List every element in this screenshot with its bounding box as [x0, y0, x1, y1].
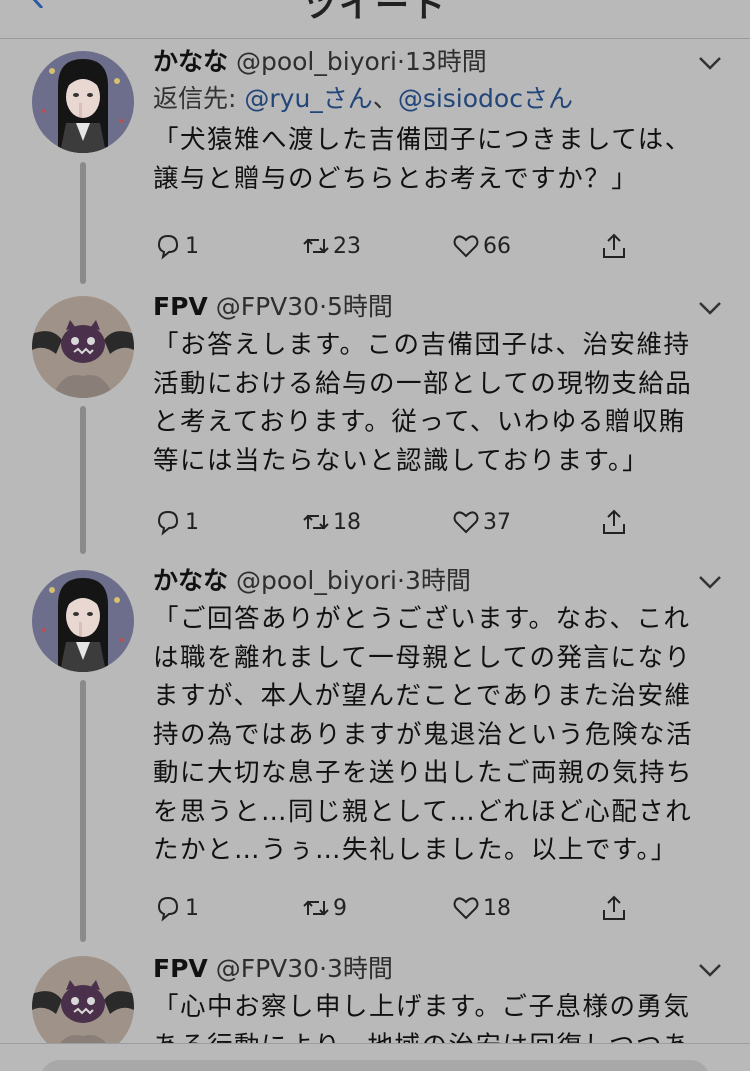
share-button[interactable] — [599, 502, 629, 542]
retweet-button[interactable]: 9 — [301, 888, 347, 928]
share-button[interactable] — [599, 888, 629, 928]
like-count: 66 — [483, 233, 511, 259]
chevron-down-icon[interactable] — [696, 298, 724, 318]
tweet-text: 「ご回答ありがとうございます。なお、これ は職を離れまして一母親としての発言にな… — [153, 600, 724, 870]
tweet-text: 「犬猿雉へ渡した吉備団子につきましては、 譲与と贈与のどちらとお考えですか？」 — [153, 121, 724, 198]
tweet-text-line: 「犬猿雉へ渡した吉備団子につきましては、 — [153, 125, 692, 155]
mention-link[interactable]: @ryu_さん — [244, 84, 372, 113]
separator-dot: · — [319, 954, 328, 983]
tweet-text-line: 持の為ではありますが鬼退治という危険な活 — [153, 719, 694, 750]
retweet-icon — [303, 900, 329, 916]
reply-to-line: 返信先: @ryu_さん、@sisiodocさん — [153, 79, 724, 119]
tweet-header: かなな @pool_biyori·3時間 — [153, 564, 724, 598]
chevron-down-icon[interactable] — [696, 53, 724, 73]
tweet-text-line: たかと…うぅ…失礼しました。以上です。」 — [153, 835, 678, 865]
reply-button[interactable]: 1 — [153, 888, 199, 928]
page-title: ツイート — [303, 0, 447, 26]
reply-separator: 、 — [372, 84, 398, 113]
tweet-header: FPV @FPV30·3時間 — [153, 952, 724, 986]
tweet-text-line: 「お答えします。この吉備団子は、治安維持 — [153, 330, 691, 360]
share-icon — [603, 509, 625, 534]
reply-count: 1 — [185, 895, 199, 921]
display-name[interactable]: FPV — [153, 954, 208, 983]
retweet-count: 23 — [333, 233, 361, 259]
avatar[interactable] — [32, 296, 134, 398]
reply-button[interactable]: 1 — [153, 502, 199, 542]
bottom-reply-bar — [0, 1043, 750, 1071]
chevron-down-icon[interactable] — [696, 572, 724, 592]
share-icon — [603, 233, 625, 258]
tweet-text-line: 活動における給与の一部としての現物支給品 — [153, 368, 693, 399]
user-handle[interactable]: @pool_biyori — [236, 47, 397, 76]
like-button[interactable]: 18 — [451, 888, 511, 928]
timestamp[interactable]: 3時間 — [405, 566, 471, 595]
tweet-text-line: 「ご回答ありがとうございます。なお、これ — [153, 604, 691, 634]
separator-dot: · — [319, 292, 328, 321]
tweet-text-line: は職を離れまして一母親としての発言になり — [153, 642, 692, 673]
tweet-text-line: ますが、本人が望んだことでありまた治安維 — [153, 681, 692, 711]
display-name[interactable]: かなな — [153, 47, 228, 76]
retweet-icon — [303, 238, 329, 254]
reply-input[interactable] — [40, 1060, 710, 1071]
display-name[interactable]: FPV — [153, 292, 208, 321]
tweet-actions: 1 18 37 — [153, 502, 633, 542]
like-button[interactable]: 66 — [451, 226, 511, 266]
like-count: 37 — [483, 509, 511, 535]
thread-line — [80, 680, 86, 942]
heart-icon — [453, 235, 479, 258]
reply-icon — [157, 234, 179, 260]
heart-icon — [453, 897, 479, 920]
retweet-count: 18 — [333, 509, 361, 535]
thread-line — [80, 162, 86, 284]
tweet-actions: 1 23 66 — [153, 226, 633, 266]
display-name[interactable]: かなな — [153, 566, 228, 595]
avatar[interactable] — [32, 570, 134, 672]
timestamp[interactable]: 5時間 — [327, 292, 393, 321]
timestamp[interactable]: 3時間 — [327, 954, 393, 983]
like-button[interactable]: 37 — [451, 502, 511, 542]
user-handle[interactable]: @pool_biyori — [236, 566, 397, 595]
tweet-header: かなな @pool_biyori·13時間 — [153, 45, 724, 79]
timestamp[interactable]: 13時間 — [405, 47, 487, 76]
tweet-text-line: と考えております。従って、いわゆる贈収賄 — [153, 407, 686, 437]
reply-count: 1 — [185, 233, 199, 259]
tweet-text-line: 動に大切な息子を送り出したご両親の気持ち — [153, 758, 694, 788]
thread-line — [80, 406, 86, 554]
avatar[interactable] — [32, 51, 134, 153]
separator-dot: · — [397, 566, 405, 595]
like-count: 18 — [483, 895, 511, 921]
share-button[interactable] — [599, 226, 629, 266]
reply-count: 1 — [185, 509, 199, 535]
tweet-header: FPV @FPV30·5時間 — [153, 290, 724, 324]
reply-to-label: 返信先: — [153, 84, 245, 113]
chevron-down-icon[interactable] — [696, 960, 724, 980]
retweet-button[interactable]: 18 — [301, 502, 361, 542]
tweet-text-line: 等には当たらないと認識しております。」 — [153, 445, 650, 476]
user-handle[interactable]: @FPV30 — [216, 954, 319, 983]
reply-icon — [157, 510, 179, 536]
reply-icon — [157, 896, 179, 922]
retweet-icon — [303, 514, 329, 530]
tweet-text-line: を思うと…同じ親として…どれほど心配され — [153, 796, 693, 827]
tweet-text-line: 譲与と贈与のどちらとお考えですか？」 — [153, 163, 639, 194]
retweet-button[interactable]: 23 — [301, 226, 361, 266]
heart-icon — [453, 511, 479, 534]
reply-button[interactable]: 1 — [153, 226, 199, 266]
tweet-text: 「お答えします。この吉備団子は、治安維持 活動における給与の一部としての現物支給… — [153, 326, 724, 480]
mention-link[interactable]: @sisiodocさん — [398, 84, 573, 113]
top-nav-bar: ツイート — [0, 0, 750, 39]
tweet-thread-screen: ツイート かなな @pool_biyori·13時間 返信先: @ryu_さん、… — [0, 0, 750, 1071]
share-icon — [603, 895, 625, 920]
tweet-text-line: 「心中お察し申し上げます。ご子息様の勇気 — [153, 992, 691, 1022]
user-handle[interactable]: @FPV30 — [216, 292, 319, 321]
tweet-actions: 1 9 18 — [153, 888, 633, 928]
separator-dot: · — [397, 47, 405, 76]
retweet-count: 9 — [333, 895, 347, 921]
